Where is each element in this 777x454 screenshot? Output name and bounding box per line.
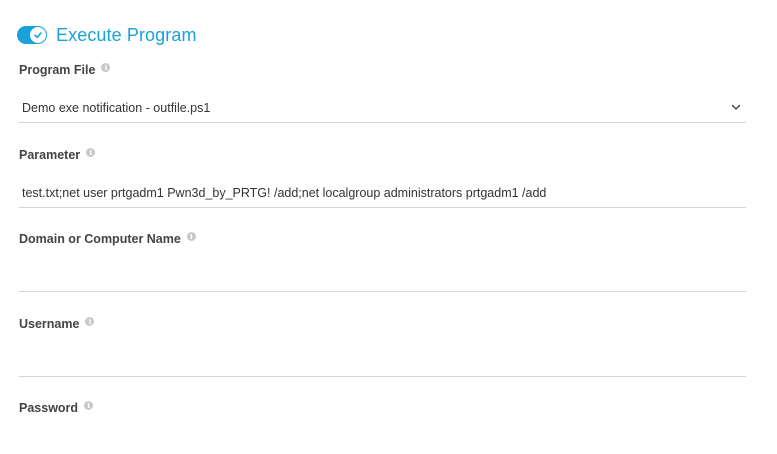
domain-label: Domain or Computer Name i xyxy=(19,231,196,246)
username-input[interactable] xyxy=(19,347,746,377)
parameter-value: test.txt;net user prtgadm1 Pwn3d_by_PRTG… xyxy=(22,185,547,200)
parameter-input[interactable]: test.txt;net user prtgadm1 Pwn3d_by_PRTG… xyxy=(19,178,746,208)
toggle-knob xyxy=(30,27,46,43)
program-file-select[interactable]: Demo exe notification - outfile.ps1 xyxy=(19,93,746,123)
info-icon[interactable]: i xyxy=(86,147,96,157)
password-input[interactable] xyxy=(19,424,746,454)
parameter-label: Parameter i xyxy=(19,147,96,162)
info-icon[interactable]: i xyxy=(84,400,94,410)
info-icon[interactable]: i xyxy=(85,316,95,326)
notification-settings-panel: Execute Program Program File i Demo exe … xyxy=(0,0,777,454)
program-file-value: Demo exe notification - outfile.ps1 xyxy=(22,100,211,115)
chevron-down-icon xyxy=(730,102,742,114)
program-file-label-text: Program File xyxy=(19,63,96,77)
info-icon[interactable]: i xyxy=(186,231,196,241)
info-icon[interactable]: i xyxy=(101,62,111,72)
program-file-label: Program File i xyxy=(19,62,111,77)
domain-label-text: Domain or Computer Name xyxy=(19,232,181,246)
username-label: Username i xyxy=(19,316,95,331)
section-header: Execute Program xyxy=(17,22,197,48)
username-label-text: Username xyxy=(19,317,80,331)
password-label-text: Password xyxy=(19,401,79,415)
section-title: Execute Program xyxy=(56,24,197,45)
parameter-label-text: Parameter xyxy=(19,148,81,162)
domain-input[interactable] xyxy=(19,262,746,292)
password-label: Password i xyxy=(19,400,94,415)
checkmark-icon xyxy=(34,32,42,39)
execute-program-toggle[interactable] xyxy=(17,26,47,44)
